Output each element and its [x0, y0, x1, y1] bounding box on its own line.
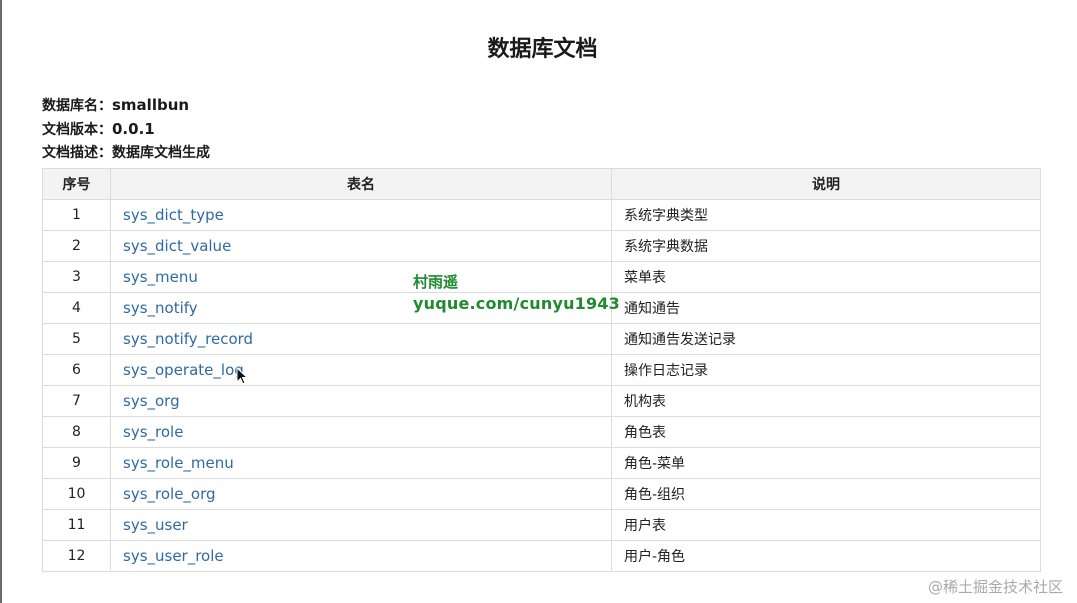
- db-name-line: 数据库名：smallbun: [42, 94, 210, 118]
- description-label: 文档描述：: [42, 145, 112, 161]
- row-index: 4: [42, 292, 111, 324]
- row-index: 6: [42, 354, 111, 386]
- row-description: 通知通告: [611, 292, 1041, 324]
- table-header-row: 序号 表名 说明: [42, 168, 1041, 200]
- row-index: 3: [42, 261, 111, 293]
- row-index: 8: [42, 416, 111, 448]
- row-index: 9: [42, 447, 111, 479]
- watermark-url: yuque.com/cunyu1943: [413, 294, 621, 313]
- description-line: 文档描述：数据库文档生成: [42, 142, 210, 165]
- row-description: 通知通告发送记录: [611, 323, 1041, 355]
- row-description: 角色-菜单: [611, 447, 1041, 479]
- table-name-link[interactable]: sys_notify_record: [110, 323, 612, 355]
- table-name-link[interactable]: sys_user_role: [110, 540, 612, 572]
- window-left-border: [0, 0, 2, 603]
- table-name-link[interactable]: sys_role: [110, 416, 612, 448]
- db-name-value: smallbun: [112, 96, 190, 114]
- row-index: 1: [42, 199, 111, 231]
- row-index: 11: [42, 509, 111, 541]
- page-title: 数据库文档: [487, 37, 598, 62]
- table-name-link[interactable]: sys_dict_type: [110, 199, 612, 231]
- row-description: 系统字典类型: [611, 199, 1041, 231]
- table-row: 10 sys_role_org 角色-组织: [42, 478, 1041, 510]
- table-row: 8 sys_role 角色表: [42, 416, 1041, 448]
- table-name-link[interactable]: sys_role_org: [110, 478, 612, 510]
- row-index: 7: [42, 385, 111, 417]
- row-description: 菜单表: [611, 261, 1041, 293]
- version-value: 0.0.1: [112, 120, 155, 138]
- table-name-link[interactable]: sys_role_menu: [110, 447, 612, 479]
- table-name-link[interactable]: sys_dict_value: [110, 230, 612, 262]
- document-meta: 数据库名：smallbun 文档版本：0.0.1 文档描述：数据库文档生成: [42, 94, 210, 165]
- description-value: 数据库文档生成: [112, 145, 210, 161]
- corner-watermark: @稀土掘金技术社区: [927, 578, 1063, 596]
- table-row: 5 sys_notify_record 通知通告发送记录: [42, 323, 1041, 355]
- table-name-link[interactable]: sys_operate_log: [110, 354, 612, 386]
- table-name-link[interactable]: sys_user: [110, 509, 612, 541]
- watermark-author: 村雨遥: [413, 273, 459, 291]
- version-label: 文档版本：: [42, 122, 112, 138]
- row-description: 用户-角色: [611, 540, 1041, 572]
- table-name-link[interactable]: sys_org: [110, 385, 612, 417]
- row-description: 操作日志记录: [611, 354, 1041, 386]
- row-index: 10: [42, 478, 111, 510]
- header-description: 说明: [611, 168, 1041, 200]
- row-description: 机构表: [611, 385, 1041, 417]
- row-description: 角色表: [611, 416, 1041, 448]
- row-description: 用户表: [611, 509, 1041, 541]
- table-row: 9 sys_role_menu 角色-菜单: [42, 447, 1041, 479]
- row-index: 12: [42, 540, 111, 572]
- row-description: 角色-组织: [611, 478, 1041, 510]
- version-line: 文档版本：0.0.1: [42, 118, 210, 142]
- table-row: 2 sys_dict_value 系统字典数据: [42, 230, 1041, 262]
- header-index: 序号: [42, 168, 111, 200]
- row-index: 5: [42, 323, 111, 355]
- table-list: 序号 表名 说明 1 sys_dict_type 系统字典类型 2 sys_di…: [42, 168, 1041, 572]
- db-name-label: 数据库名：: [42, 98, 112, 114]
- table-row: 1 sys_dict_type 系统字典类型: [42, 199, 1041, 231]
- header-table-name: 表名: [110, 168, 612, 200]
- row-index: 2: [42, 230, 111, 262]
- row-description: 系统字典数据: [611, 230, 1041, 262]
- table-row: 6 sys_operate_log 操作日志记录: [42, 354, 1041, 386]
- table-row: 11 sys_user 用户表: [42, 509, 1041, 541]
- table-row: 12 sys_user_role 用户-角色: [42, 540, 1041, 572]
- mouse-pointer-icon: [236, 367, 248, 385]
- table-row: 7 sys_org 机构表: [42, 385, 1041, 417]
- video-watermark: 村雨遥 yuque.com/cunyu1943: [413, 270, 620, 314]
